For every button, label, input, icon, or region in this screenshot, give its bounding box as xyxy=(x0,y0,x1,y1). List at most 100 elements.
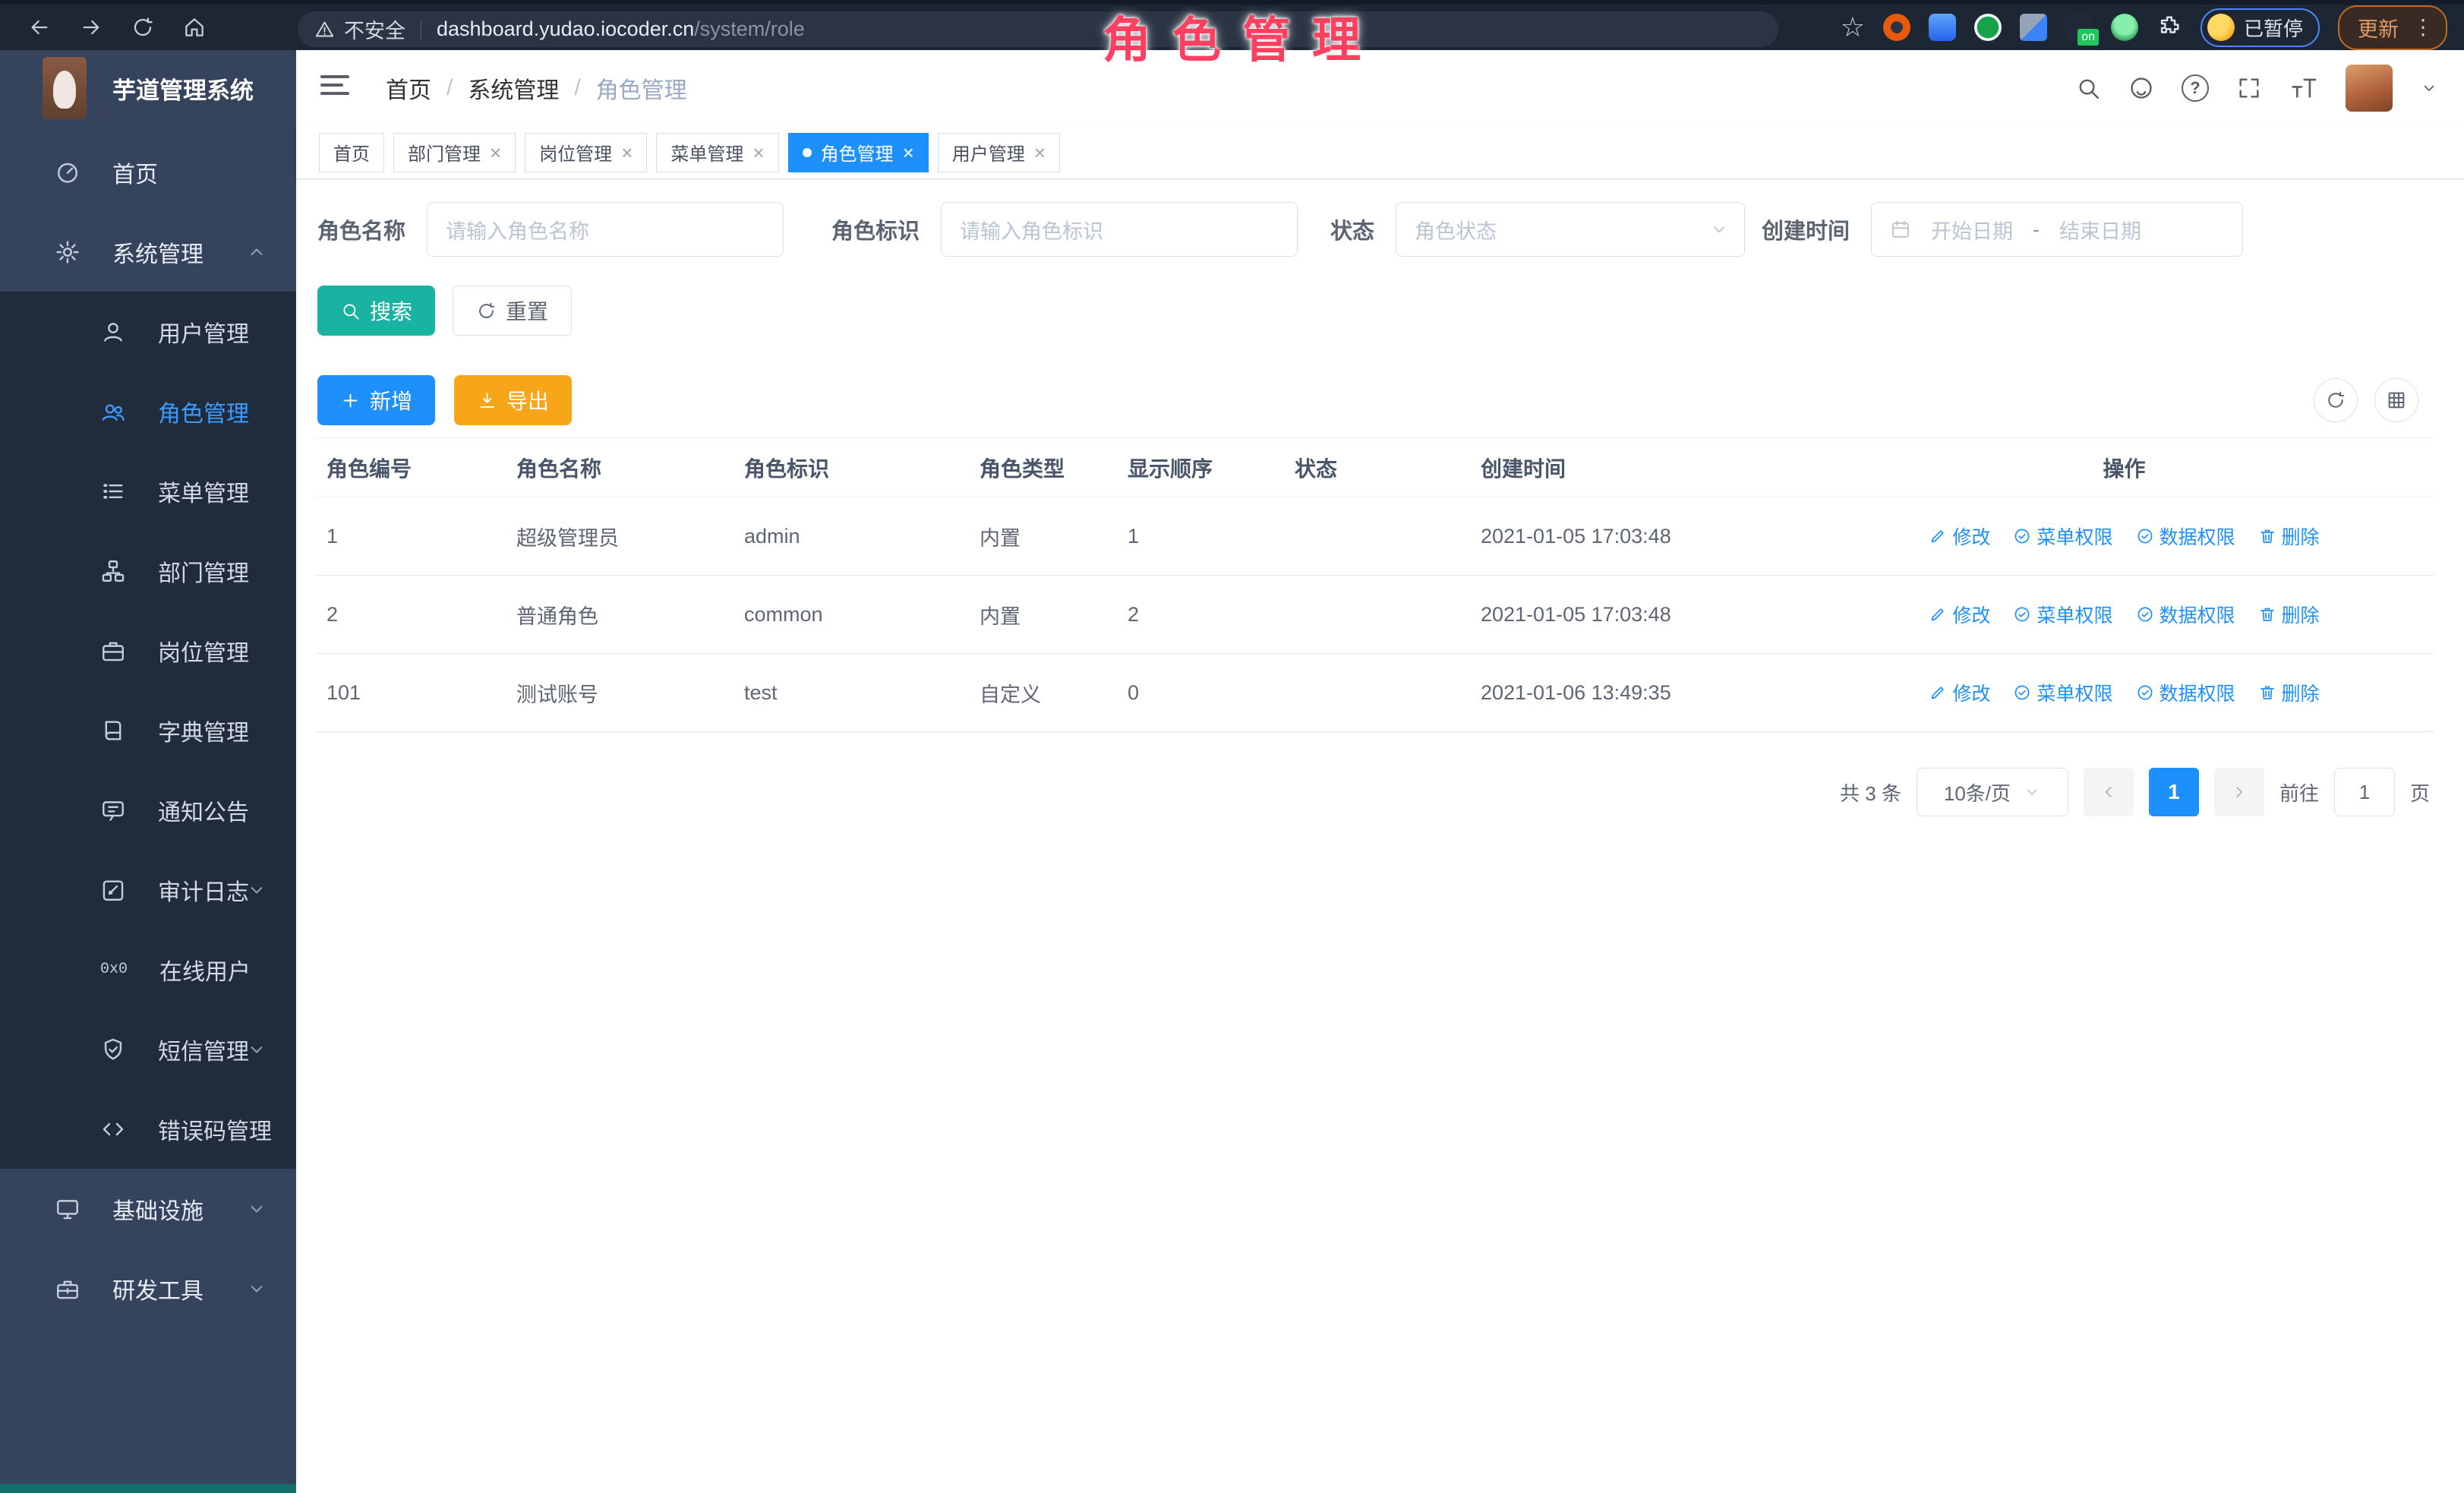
tag-home[interactable]: 首页 xyxy=(319,133,384,172)
bookmark-star-icon[interactable]: ☆ xyxy=(1841,14,1865,41)
table-refresh-button[interactable] xyxy=(2314,378,2358,422)
menu-permission-link[interactable]: 菜单权限 xyxy=(2013,679,2112,706)
role-id: 101 xyxy=(327,681,516,705)
sidebar-item-audit-log[interactable]: 审计日志 xyxy=(0,850,296,930)
role-id: 2 xyxy=(327,603,516,627)
address-bar[interactable]: 不安全 dashboard.yudao.iocoder.cn /system/r… xyxy=(298,11,1778,47)
search-button[interactable]: 搜索 xyxy=(317,286,435,336)
goto-page-input[interactable]: 1 xyxy=(2334,768,2395,816)
close-icon[interactable]: × xyxy=(490,143,501,163)
extension-icon[interactable] xyxy=(1974,14,2002,41)
circle-check-icon xyxy=(2136,527,2154,545)
tag-menus[interactable]: 菜单管理 × xyxy=(656,133,778,172)
paused-extension-pill[interactable]: 已暂停 xyxy=(2201,8,2320,47)
tag-users[interactable]: 用户管理 × xyxy=(938,133,1060,172)
sidebar-collapse-icon[interactable] xyxy=(320,75,349,95)
delete-link[interactable]: 删除 xyxy=(2258,679,2320,706)
browser-home-icon[interactable] xyxy=(182,15,207,39)
download-icon xyxy=(477,390,497,411)
close-icon[interactable]: × xyxy=(1034,143,1046,163)
grid-icon xyxy=(2386,390,2407,411)
extension-icon[interactable]: on xyxy=(2065,14,2093,41)
extension-icon[interactable] xyxy=(1929,14,1956,41)
reset-button[interactable]: 重置 xyxy=(453,286,572,336)
sidebar-item-roles[interactable]: 角色管理 xyxy=(0,371,296,451)
edit-link[interactable]: 修改 xyxy=(1929,522,1990,550)
close-icon[interactable]: × xyxy=(903,143,914,163)
sidebar-item-system[interactable]: 系统管理 xyxy=(0,212,296,292)
sidebar-item-positions[interactable]: 岗位管理 xyxy=(0,611,296,690)
prev-page-button[interactable] xyxy=(2084,768,2134,816)
role-name: 测试账号 xyxy=(516,678,744,708)
menu-permission-link[interactable]: 菜单权限 xyxy=(2013,522,2112,550)
sidebar-item-menus[interactable]: 菜单管理 xyxy=(0,451,296,531)
sidebar-item-notice[interactable]: 通知公告 xyxy=(0,770,296,850)
breadcrumb: 首页 / 系统管理 / 角色管理 xyxy=(386,50,687,126)
trash-icon xyxy=(2258,683,2276,702)
user-avatar[interactable] xyxy=(2346,65,2393,112)
sidebar-item-infra[interactable]: 基础设施 xyxy=(0,1169,296,1248)
browser-update-button[interactable]: 更新 ⋮ xyxy=(2338,5,2447,50)
data-permission-link[interactable]: 数据权限 xyxy=(2136,679,2235,706)
infra-monitor-icon xyxy=(55,1196,80,1222)
page-size-select[interactable]: 10条/页 xyxy=(1917,768,2068,816)
export-button[interactable]: 导出 xyxy=(454,375,572,425)
insecure-warning-icon[interactable] xyxy=(314,19,335,39)
chevron-down-icon xyxy=(246,1039,267,1060)
extensions-puzzle-icon[interactable] xyxy=(2156,13,2182,43)
breadcrumb-home[interactable]: 首页 xyxy=(386,71,431,105)
role-key: admin xyxy=(744,525,980,548)
search-icon[interactable] xyxy=(2075,75,2101,101)
tag-roles-active[interactable]: 角色管理 × xyxy=(788,133,929,172)
pagination: 共 3 条 10条/页 1 前往 1 页 xyxy=(1840,768,2430,816)
next-page-button[interactable] xyxy=(2214,768,2264,816)
page-number-button[interactable]: 1 xyxy=(2149,768,2199,816)
font-size-icon[interactable] xyxy=(2289,74,2318,103)
circle-check-icon xyxy=(2136,605,2154,623)
dashboard-icon xyxy=(55,159,80,185)
avatar-caret-down-icon[interactable] xyxy=(2420,79,2438,97)
browser-reload-icon[interactable] xyxy=(131,15,155,39)
sidebar-item-dev-tools[interactable]: 研发工具 xyxy=(0,1248,296,1328)
close-icon[interactable]: × xyxy=(752,143,764,163)
extension-icon[interactable] xyxy=(2020,14,2047,41)
status-select[interactable]: 角色状态 xyxy=(1396,202,1745,257)
role-name: 普通角色 xyxy=(516,600,744,630)
data-permission-link[interactable]: 数据权限 xyxy=(2136,522,2235,550)
sidebar-item-users[interactable]: 用户管理 xyxy=(0,292,296,371)
browser-menu-kebab-icon[interactable]: ⋮ xyxy=(2412,17,2434,38)
column-settings-button[interactable] xyxy=(2374,378,2418,422)
sidebar-item-dict[interactable]: 字典管理 xyxy=(0,690,296,770)
browser-forward-icon[interactable] xyxy=(79,15,103,39)
trash-icon xyxy=(2258,527,2276,545)
extension-icon[interactable] xyxy=(1883,14,1910,41)
extension-icon[interactable] xyxy=(2111,14,2138,41)
menu-permission-link[interactable]: 菜单权限 xyxy=(2013,601,2112,628)
role-name-input[interactable]: 请输入角色名称 xyxy=(427,202,784,257)
add-button[interactable]: 新增 xyxy=(317,375,435,425)
app-logo[interactable]: 芋道管理系统 xyxy=(0,50,296,126)
edit-link[interactable]: 修改 xyxy=(1929,601,1990,628)
sidebar-item-home[interactable]: 首页 xyxy=(0,132,296,212)
date-range-picker[interactable]: 开始日期 - 结束日期 xyxy=(1871,202,2243,257)
gear-icon xyxy=(55,239,80,265)
role-key-input[interactable]: 请输入角色标识 xyxy=(941,202,1298,257)
breadcrumb-system[interactable]: 系统管理 xyxy=(468,71,559,105)
online-users-icon: 0x0 xyxy=(100,961,128,978)
edit-link[interactable]: 修改 xyxy=(1929,679,1990,706)
sidebar-item-error-code[interactable]: 错误码管理 xyxy=(0,1089,296,1169)
tag-departments[interactable]: 部门管理 × xyxy=(393,133,516,172)
delete-link[interactable]: 删除 xyxy=(2258,522,2320,550)
sidebar-item-departments[interactable]: 部门管理 xyxy=(0,531,296,611)
help-icon[interactable]: ? xyxy=(2182,74,2209,102)
tag-positions[interactable]: 岗位管理 × xyxy=(525,133,647,172)
sidebar-item-online-users[interactable]: 0x0 在线用户 xyxy=(0,930,296,1009)
browser-back-icon[interactable] xyxy=(27,15,52,39)
data-permission-link[interactable]: 数据权限 xyxy=(2136,601,2235,628)
github-icon[interactable] xyxy=(2128,75,2154,101)
delete-link[interactable]: 删除 xyxy=(2258,601,2320,628)
sidebar-item-sms[interactable]: 短信管理 xyxy=(0,1009,296,1089)
close-icon[interactable]: × xyxy=(621,143,633,163)
fullscreen-icon[interactable] xyxy=(2236,75,2262,101)
chevron-down-icon xyxy=(246,879,267,901)
